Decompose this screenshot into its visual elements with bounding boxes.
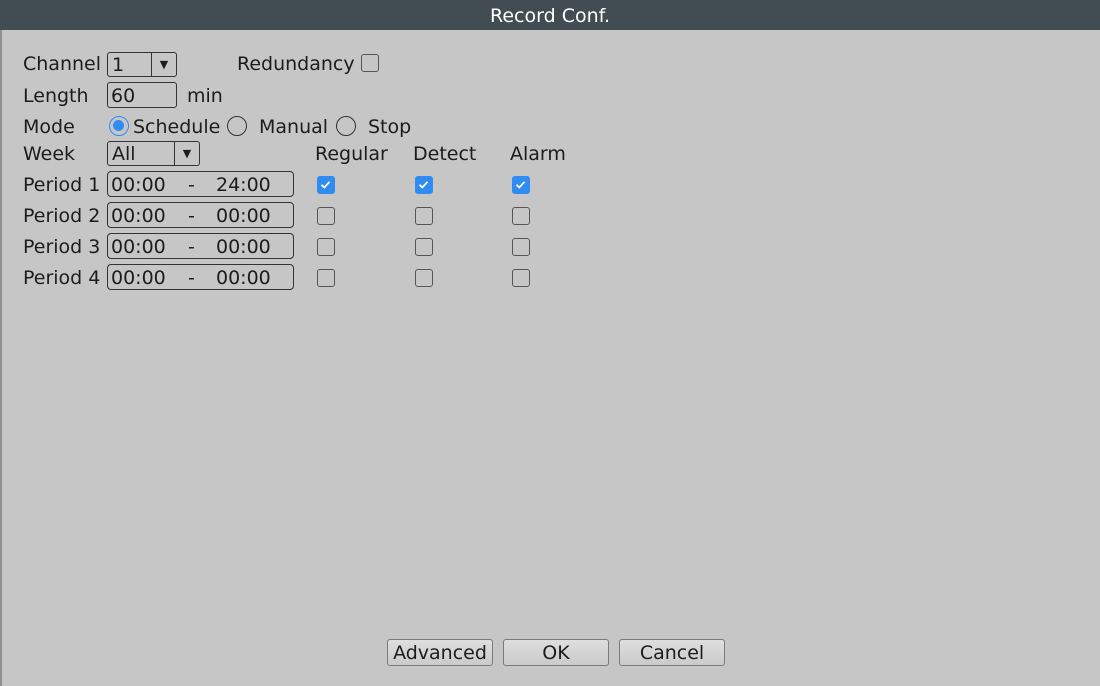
column-header-detect: Detect: [413, 143, 477, 165]
period-start-time[interactable]: 00:00: [111, 265, 166, 291]
mode-schedule-radio[interactable]: [109, 116, 129, 136]
period-start-time[interactable]: 00:00: [111, 234, 166, 260]
period-start-time[interactable]: 00:00: [111, 172, 166, 198]
alarm-checkbox[interactable]: [512, 238, 530, 256]
period-end-time[interactable]: 24:00: [216, 172, 271, 198]
time-separator: -: [188, 205, 195, 227]
detect-checkbox[interactable]: [415, 238, 433, 256]
regular-checkbox[interactable]: [317, 176, 335, 194]
detect-checkbox[interactable]: [415, 207, 433, 225]
period-start-time[interactable]: 00:00: [111, 203, 166, 229]
ok-button[interactable]: OK: [503, 639, 609, 666]
channel-select[interactable]: 1 ▼: [107, 52, 177, 77]
week-select[interactable]: All ▼: [107, 141, 200, 166]
regular-checkbox[interactable]: [317, 238, 335, 256]
alarm-checkbox[interactable]: [512, 176, 530, 194]
length-input[interactable]: 60: [107, 82, 177, 108]
mode-stop-label[interactable]: Stop: [368, 115, 411, 139]
mode-stop-radio[interactable]: [336, 116, 356, 136]
dropdown-arrow-icon[interactable]: ▼: [174, 142, 199, 165]
column-header-regular: Regular: [315, 143, 388, 165]
period-label: Period 3: [23, 236, 101, 258]
column-header-alarm: Alarm: [510, 143, 566, 165]
period-end-time[interactable]: 00:00: [216, 234, 271, 260]
advanced-button[interactable]: Advanced: [387, 639, 493, 666]
period-time-input[interactable]: 00:00 - 00:00: [107, 264, 294, 290]
alarm-checkbox[interactable]: [512, 207, 530, 225]
period-time-input[interactable]: 00:00 - 00:00: [107, 202, 294, 228]
redundancy-label: Redundancy: [237, 53, 355, 75]
detect-checkbox[interactable]: [415, 269, 433, 287]
regular-checkbox[interactable]: [317, 269, 335, 287]
window-title: Record Conf.: [0, 0, 1100, 30]
mode-schedule-label[interactable]: Schedule: [133, 115, 220, 139]
dropdown-arrow-icon[interactable]: ▼: [151, 53, 176, 76]
period-label: Period 4: [23, 267, 101, 289]
channel-label: Channel: [23, 53, 102, 75]
length-unit: min: [187, 85, 223, 107]
period-end-time[interactable]: 00:00: [216, 203, 271, 229]
period-label: Period 2: [23, 205, 101, 227]
time-separator: -: [188, 236, 195, 258]
length-label: Length: [23, 85, 89, 107]
regular-checkbox[interactable]: [317, 207, 335, 225]
detect-checkbox[interactable]: [415, 176, 433, 194]
redundancy-checkbox[interactable]: [361, 54, 379, 72]
checkmark-icon: [320, 181, 331, 189]
period-time-input[interactable]: 00:00 - 00:00: [107, 233, 294, 259]
channel-value: 1: [112, 54, 125, 76]
week-label: Week: [23, 143, 76, 165]
checkmark-icon: [515, 181, 526, 189]
mode-manual-radio[interactable]: [227, 116, 247, 136]
period-label: Period 1: [23, 174, 101, 196]
cancel-button[interactable]: Cancel: [619, 639, 725, 666]
time-separator: -: [188, 267, 195, 289]
alarm-checkbox[interactable]: [512, 269, 530, 287]
period-time-input[interactable]: 00:00 - 24:00: [107, 171, 294, 197]
time-separator: -: [188, 174, 195, 196]
mode-manual-label[interactable]: Manual: [259, 115, 328, 139]
length-value: 60: [111, 85, 136, 107]
period-end-time[interactable]: 00:00: [216, 265, 271, 291]
week-value: All: [112, 143, 136, 165]
checkmark-icon: [418, 181, 429, 189]
mode-label: Mode: [23, 116, 75, 138]
